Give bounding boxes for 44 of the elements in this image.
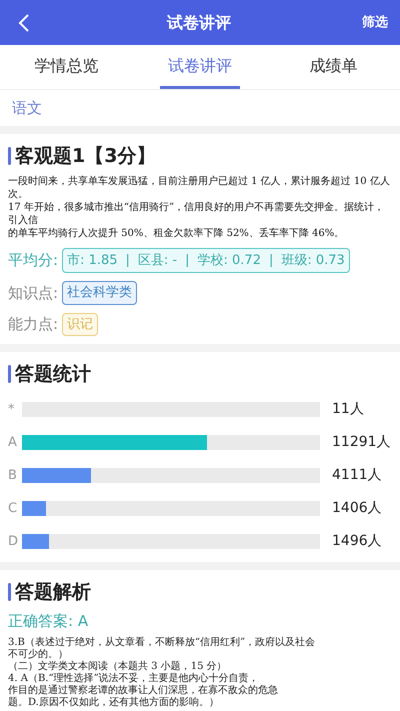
knowledge-label: 知识点:: [8, 282, 58, 304]
scan-text-line: 题。D.原因不仅如此，还有其他方面的影响。）: [8, 696, 220, 708]
stats-title: 答题统计: [15, 362, 91, 387]
subject-label[interactable]: 语文: [12, 96, 42, 120]
answer-count: 1496人: [332, 532, 382, 551]
scan-text-line: 4. A（B.“理性选择”说法不妥，主要是他内心十分自责，: [8, 672, 260, 684]
correct-answer: 正确答案: A: [8, 611, 90, 632]
scan-text-line: 作目的是通过警察老谭的故事让人们深思，在寡不敌众的危急: [8, 684, 279, 696]
tab[interactable]: 成绩单: [301, 45, 366, 89]
accent-bar: [8, 147, 11, 166]
option-label: A: [8, 434, 18, 452]
scan-text-line: 3.B（表述过于绝对，从文章看，不断释放“信用红利”，政府以及社会: [8, 636, 316, 648]
scan-text-line: （二）文学类文本阅读（本题共 3 小题，15 分）: [8, 660, 228, 672]
average-value: 市: 1.85: [67, 252, 118, 270]
scan-text-line: 一段时间来，共享单车发展迅猛，目前注册用户已超过 1 亿人，累计服务超过 10 亿人次。: [8, 174, 391, 200]
answer-count: 4111人: [332, 466, 382, 485]
average-value: 区县: -: [138, 252, 178, 270]
question-title: 客观题1【3分】: [15, 144, 156, 169]
option-label: *: [8, 400, 16, 419]
scan-text-line: 的单车平均骑行人次提升 50%、租金欠款率下降 52%、丢车率下降 46%。: [8, 226, 346, 240]
option-label: C: [8, 500, 18, 518]
option-label: D: [8, 532, 20, 551]
separator: |: [126, 252, 130, 270]
average-value: 学校: 0.72: [198, 252, 261, 270]
scan-text-line: 不可少的。）: [8, 648, 69, 660]
back-icon: [18, 12, 30, 32]
option-label: B: [8, 466, 18, 485]
page-title: 试卷讲评: [166, 12, 232, 34]
answer-count: 11291人: [332, 433, 391, 452]
scan-text-line: 17 年开始，很多城市推出“信用骑行”，信用良好的用户不再需要先交押金。据统计，引入信: [8, 200, 386, 226]
ability-tag: 识记: [62, 312, 98, 336]
knowledge-tag: 社会科学类: [62, 281, 138, 304]
accent-bar: [8, 582, 11, 601]
filter-button[interactable]: 筛选: [358, 12, 392, 32]
analysis-title: 答题解析: [15, 580, 91, 604]
answer-count: 1406人: [332, 499, 382, 518]
average-label: 平均分:: [8, 250, 58, 271]
separator: |: [185, 252, 190, 270]
tab[interactable]: 学情总览: [26, 45, 107, 89]
answer-count: 11人: [332, 400, 364, 419]
accent-bar: [8, 365, 11, 384]
ability-label: 能力点:: [8, 314, 58, 335]
separator: |: [268, 252, 274, 270]
average-value: 班级: 0.73: [281, 252, 345, 270]
